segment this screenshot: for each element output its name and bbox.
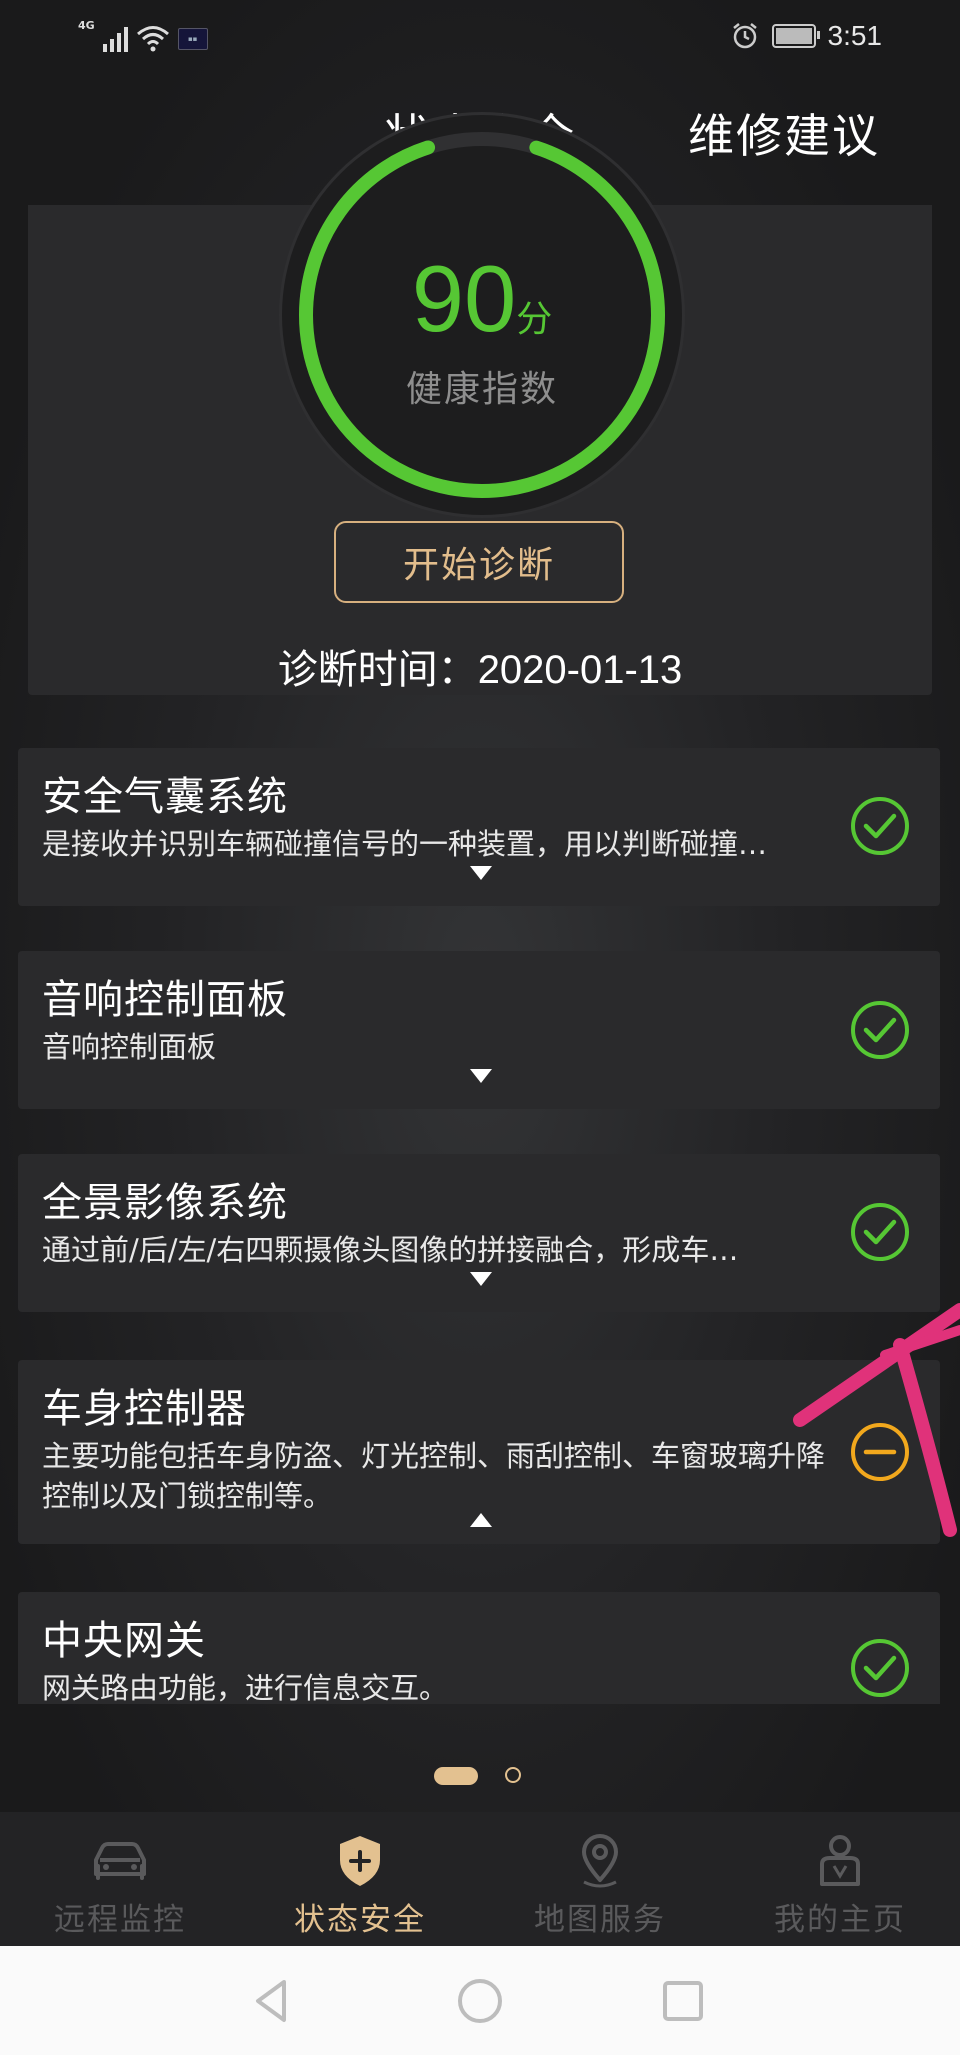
list-item-panoramic-camera[interactable]: 全景影像系统 通过前/后/左/右四颗摄像头图像的拼接融合，形成车… <box>18 1154 940 1312</box>
tab-repair-advice[interactable]: 维修建议 <box>688 100 880 166</box>
item-description: 网关路由功能，进行信息交互。 <box>42 1671 449 1704</box>
alarm-icon <box>732 23 757 49</box>
check-circle-icon <box>851 797 909 855</box>
list-item-audio-panel[interactable]: 音响控制面板 音响控制面板 <box>18 951 940 1109</box>
battery-icon <box>771 24 820 48</box>
page-dot-active[interactable] <box>434 1767 478 1785</box>
diagnosis-time-label: 诊断时间： <box>277 647 478 693</box>
status-left: 4G ▪▪ <box>78 18 208 52</box>
nav-label: 状态安全 <box>294 1902 426 1938</box>
list-item-body-controller[interactable]: 车身控制器 主要功能包括车身防盗、灯光控制、雨刮控制、车窗玻璃升降控制以及门锁控… <box>18 1360 940 1544</box>
nav-label: 远程监控 <box>54 1902 186 1938</box>
health-card: 90分 健康指数 开始诊断 诊断时间：2020-01-13 <box>28 115 932 695</box>
warning-minus-circle-icon <box>851 1423 909 1481</box>
start-diagnosis-button[interactable]: 开始诊断 <box>334 521 624 603</box>
expand-arrow-icon[interactable] <box>470 1272 492 1286</box>
health-label: 健康指数 <box>405 369 558 410</box>
home-icon[interactable] <box>455 1976 505 2026</box>
system-nav-bar <box>0 1946 960 2055</box>
nav-label: 地图服务 <box>534 1902 666 1938</box>
diagnosis-time: 诊断时间：2020-01-13 <box>28 637 932 695</box>
status-right: 3:51 <box>730 16 883 56</box>
clock: 3:51 <box>827 20 883 51</box>
person-icon <box>820 1835 860 1886</box>
item-description: 主要功能包括车身防盗、灯光控制、雨刮控制、车窗玻璃升降控制以及门锁控制等。 <box>42 1439 826 1513</box>
list-item-central-gateway[interactable]: 中央网关 网关路由功能，进行信息交互。 <box>18 1592 940 1704</box>
page-indicator <box>0 1765 960 1789</box>
health-score: 90分 <box>282 245 682 353</box>
back-icon[interactable] <box>248 1976 298 2026</box>
score-unit: 分 <box>516 299 553 340</box>
list-item-airbag[interactable]: 安全气囊系统 是接收并识别车辆碰撞信号的一种装置，用以判断碰撞… <box>18 748 940 906</box>
collapse-arrow-icon[interactable] <box>470 1513 492 1527</box>
network-type: 4G <box>78 19 95 32</box>
status-bar: 4G ▪▪ 3:51 <box>0 0 960 70</box>
bottom-nav: 远程监控 状态安全 地图服务 我的主页 <box>0 1812 960 1946</box>
item-description: 通过前/后/左/右四颗摄像头图像的拼接融合，形成车… <box>42 1233 739 1267</box>
item-title: 全景影像系统 <box>42 1180 288 1226</box>
check-circle-icon <box>851 1001 909 1059</box>
nav-remote-monitor[interactable]: 远程监控 <box>0 1812 240 1946</box>
car-icon <box>94 1842 146 1880</box>
shield-plus-icon <box>340 1836 380 1886</box>
expand-arrow-icon[interactable] <box>470 866 492 880</box>
map-pin-icon <box>582 1834 618 1888</box>
recents-icon[interactable] <box>658 1976 708 2026</box>
signal-icon <box>102 26 128 52</box>
nav-status-safety[interactable]: 状态安全 <box>240 1812 480 1946</box>
expand-arrow-icon[interactable] <box>470 1069 492 1083</box>
app-notification-icon: ▪▪ <box>177 28 208 50</box>
item-title: 安全气囊系统 <box>42 774 288 820</box>
check-circle-icon <box>851 1639 909 1697</box>
nav-label: 我的主页 <box>774 1902 906 1938</box>
check-circle-icon <box>851 1203 909 1261</box>
page-dot[interactable] <box>505 1767 521 1783</box>
item-description: 是接收并识别车辆碰撞信号的一种装置，用以判断碰撞… <box>42 827 768 861</box>
diagnosis-time-value: 2020-01-13 <box>477 648 683 692</box>
nav-my-home[interactable]: 我的主页 <box>720 1812 960 1946</box>
item-title: 车身控制器 <box>42 1386 247 1432</box>
score-value: 90 <box>411 246 517 351</box>
nav-map-service[interactable]: 地图服务 <box>480 1812 720 1946</box>
item-description: 音响控制面板 <box>42 1030 217 1064</box>
health-gauge: 90分 健康指数 <box>282 115 682 515</box>
item-title: 音响控制面板 <box>42 977 288 1023</box>
item-title: 中央网关 <box>42 1618 206 1664</box>
wifi-icon <box>136 26 169 52</box>
